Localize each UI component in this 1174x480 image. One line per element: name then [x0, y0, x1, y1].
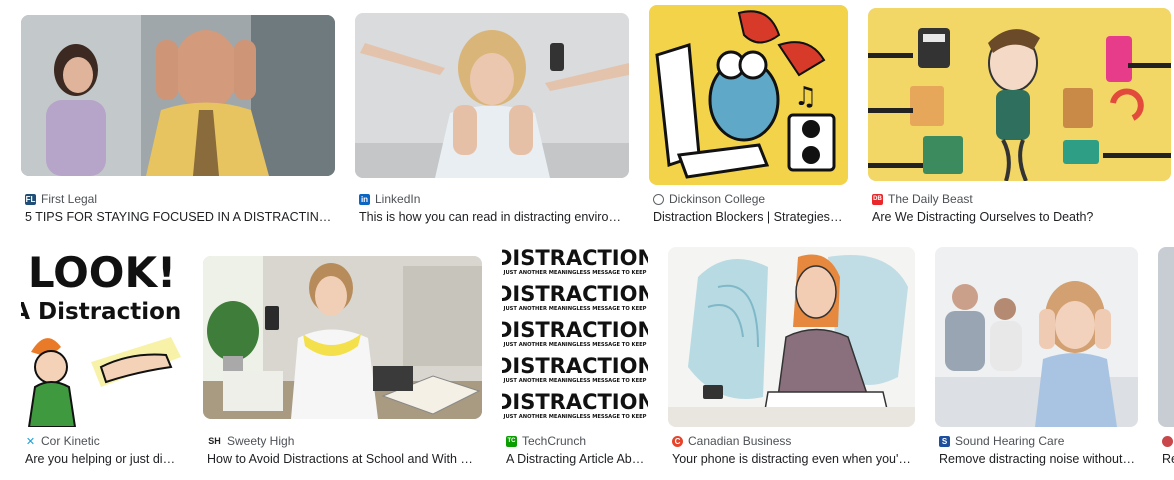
svg-text:JUST ANOTHER MEANINGLESS MESSA: JUST ANOTHER MEANINGLESS MESSAGE TO KEEP [503, 306, 647, 312]
result-thumbnail-distraction-text[interactable]: DISTRACTION JUST ANOTHER MEANINGLESS MES… [502, 247, 648, 427]
result-thumbnail-stressed-man[interactable] [21, 15, 335, 176]
result-title[interactable]: This is how you can read in distracting … [359, 210, 627, 228]
result-title[interactable]: A Distracting Article About Distraction [506, 452, 646, 470]
result-title[interactable]: Distraction Blockers | Strategies, Tools [653, 210, 845, 228]
result-title[interactable]: Re [1162, 452, 1174, 470]
nbc-favicon-icon [1162, 435, 1173, 447]
result-thumbnail-stressed-woman[interactable] [355, 13, 629, 178]
cor-kinetic-favicon-icon: ✕ [25, 435, 36, 448]
svg-text:JUST ANOTHER MEANINGLESS MESSA: JUST ANOTHER MEANINGLESS MESSAGE TO KEEP [503, 378, 647, 384]
svg-text:JUST ANOTHER MEANINGLESS MESSA: JUST ANOTHER MEANINGLESS MESSAGE TO KEEP [503, 342, 647, 348]
result-source[interactable]: Sound Hearing Care [955, 434, 1064, 448]
techcrunch-favicon-icon: TC [506, 435, 517, 447]
look-text: LOOK! [28, 248, 176, 297]
globe-icon [653, 193, 664, 205]
result-title[interactable]: 5 TIPS FOR STAYING FOCUSED IN A DISTRACT… [25, 210, 333, 228]
distraction-line: DISTRACTION [502, 354, 648, 378]
result-source[interactable]: The Daily Beast [888, 192, 973, 206]
result-source[interactable]: TechCrunch [522, 434, 586, 448]
daily-beast-favicon-icon: DB [872, 193, 883, 205]
result-title[interactable]: Your phone is distracting even when you'… [672, 452, 912, 470]
result-source[interactable]: First Legal [41, 192, 97, 206]
result-title[interactable]: How to Avoid Distractions at School and … [207, 452, 480, 470]
result-thumbnail-partial[interactable] [1158, 247, 1174, 427]
result-source[interactable]: LinkedIn [375, 192, 420, 206]
result-thumbnail-woman-phone-illustration[interactable] [668, 247, 915, 427]
svg-text:JUST ANOTHER MEANINGLESS MESSA: JUST ANOTHER MEANINGLESS MESSAGE TO KEEP [503, 414, 647, 420]
result-thumbnail-student-studying[interactable] [203, 256, 482, 419]
sweety-high-favicon-icon: SH [207, 435, 222, 447]
result-source[interactable]: Dickinson College [669, 192, 765, 206]
svg-text:JUST ANOTHER MEANINGLESS MESSA: JUST ANOTHER MEANINGLESS MESSAGE TO KEEP [503, 270, 647, 276]
result-title[interactable]: Are you helping or just distracting? [25, 452, 180, 470]
first-legal-favicon-icon: FL [25, 193, 36, 205]
distraction-line: DISTRACTION [502, 390, 648, 414]
canadian-business-favicon-icon: C [672, 435, 683, 447]
distraction-line: DISTRACTION [502, 282, 648, 306]
result-title[interactable]: Remove distracting noise without hearing… [939, 452, 1136, 470]
result-source[interactable]: Cor Kinetic [41, 434, 100, 448]
result-thumbnail-cartoon-computer[interactable]: ♫ [649, 5, 848, 185]
result-thumbnail-look-a-distraction[interactable]: LOOK! A Distraction! [21, 247, 183, 427]
linkedin-favicon-icon: in [359, 193, 370, 205]
distraction-line: DISTRACTION [502, 318, 648, 342]
a-distraction-text: A Distraction! [21, 299, 183, 325]
result-title[interactable]: Are We Distracting Ourselves to Death? [872, 210, 1167, 228]
result-thumbnail-woman-covering-ears[interactable] [935, 247, 1138, 427]
result-source[interactable]: Sweety High [227, 434, 294, 448]
result-source[interactable]: Canadian Business [688, 434, 791, 448]
result-thumbnail-illustration-hands[interactable] [868, 8, 1171, 181]
distraction-line: DISTRACTION [502, 247, 648, 270]
svg-text:♫: ♫ [794, 82, 817, 112]
sound-hearing-care-favicon-icon: S [939, 435, 950, 447]
